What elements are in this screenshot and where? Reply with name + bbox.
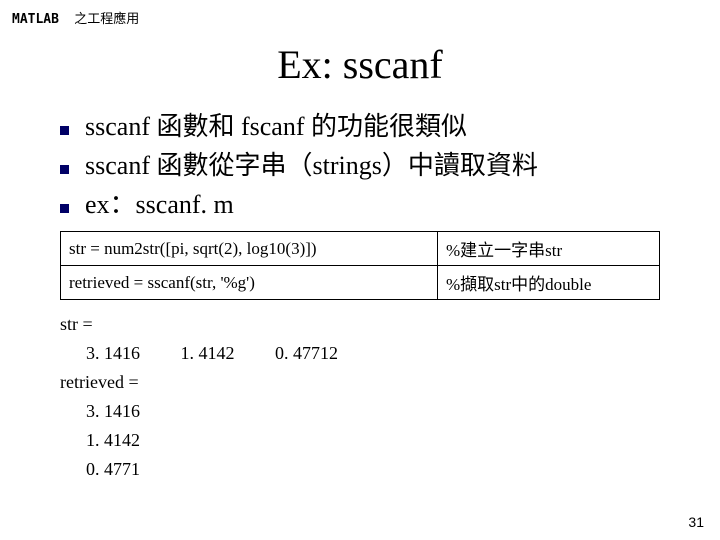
- output-block: str = 3. 1416 1. 4142 0. 47712 retrieved…: [0, 300, 720, 480]
- code-table: str = num2str([pi, sqrt(2), log10(3)]) %…: [60, 231, 660, 300]
- bullet-icon: [60, 165, 69, 174]
- bullet-item: sscanf 函數和 fscanf 的功能很類似: [60, 106, 680, 143]
- output-value: 3. 1416: [86, 343, 140, 363]
- bullet-icon: [60, 204, 69, 213]
- comment-cell: %擷取str中的double: [438, 266, 660, 300]
- comment-cell: %建立一字串str: [438, 232, 660, 266]
- output-value: 3. 1416: [60, 401, 660, 422]
- table-row: retrieved = sscanf(str, '%g') %擷取str中的do…: [61, 266, 660, 300]
- output-value: 0. 47712: [275, 343, 338, 363]
- output-value: 1. 4142: [60, 430, 660, 451]
- output-value: 1. 4142: [181, 343, 235, 363]
- bullet-item: sscanf 函數從字串（strings）中讀取資料: [60, 145, 680, 182]
- brand-label: MATLAB: [12, 12, 59, 27]
- header-subtitle: 之工程應用: [74, 11, 139, 26]
- header: MATLAB 之工程應用: [0, 0, 720, 35]
- page-number: 31: [688, 514, 704, 530]
- code-cell: retrieved = sscanf(str, '%g'): [61, 266, 438, 300]
- bullet-text: sscanf 函數和 fscanf 的功能很類似: [85, 106, 467, 143]
- code-cell: str = num2str([pi, sqrt(2), log10(3)]): [61, 232, 438, 266]
- bullet-text: ex：sscanf. m: [85, 184, 234, 221]
- output-label-retrieved: retrieved =: [60, 372, 660, 393]
- bullet-item: ex：sscanf. m: [60, 184, 680, 221]
- output-label-str: str =: [60, 314, 660, 335]
- slide-title: Ex: sscanf: [0, 41, 720, 88]
- bullet-text: sscanf 函數從字串（strings）中讀取資料: [85, 145, 538, 182]
- output-value: 0. 4771: [60, 459, 660, 480]
- bullet-list: sscanf 函數和 fscanf 的功能很類似 sscanf 函數從字串（st…: [0, 106, 720, 221]
- bullet-icon: [60, 126, 69, 135]
- output-row-str: 3. 1416 1. 4142 0. 47712: [60, 343, 660, 364]
- table-row: str = num2str([pi, sqrt(2), log10(3)]) %…: [61, 232, 660, 266]
